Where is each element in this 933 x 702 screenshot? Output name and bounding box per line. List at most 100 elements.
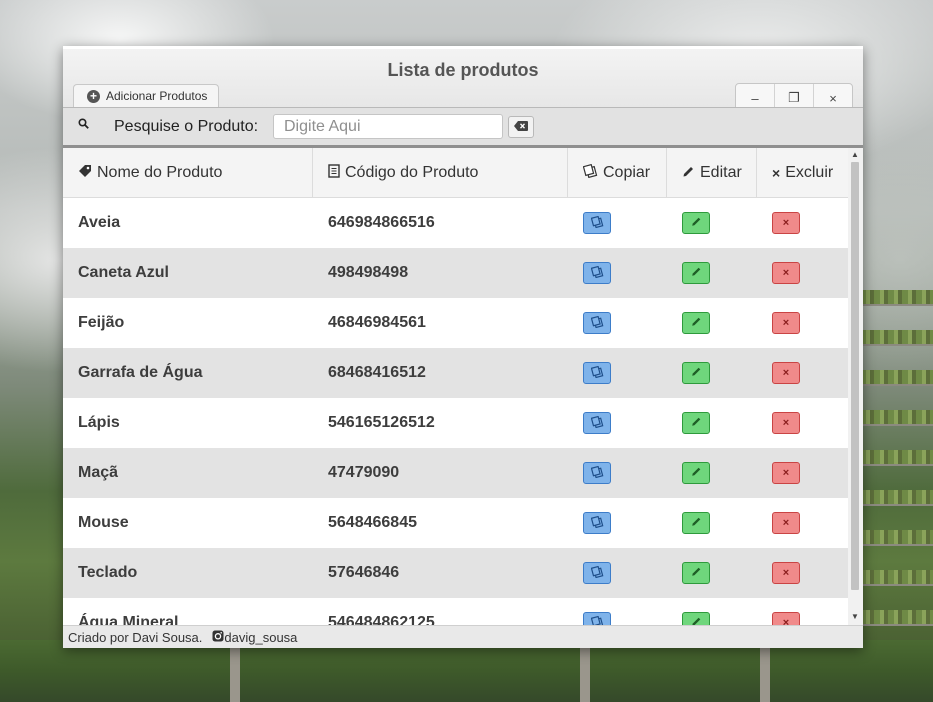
header-name[interactable]: Nome do Produto	[63, 148, 313, 197]
table-row[interactable]: Feijão 46846984561 ×	[63, 298, 848, 348]
copy-icon	[590, 215, 604, 231]
copy-button[interactable]	[583, 412, 611, 434]
copy-cell	[568, 198, 667, 248]
copy-icon	[590, 315, 604, 331]
table-header: Nome do Produto Código do Produto Copiar…	[63, 148, 848, 198]
copy-cell	[568, 398, 667, 448]
delete-button[interactable]: ×	[772, 512, 800, 534]
copy-button[interactable]	[583, 212, 611, 234]
delete-button[interactable]: ×	[772, 462, 800, 484]
copy-button[interactable]	[583, 562, 611, 584]
copy-cell	[568, 498, 667, 548]
copy-cell	[568, 298, 667, 348]
edit-cell	[667, 398, 757, 448]
delete-button[interactable]: ×	[772, 612, 800, 625]
edit-button[interactable]	[682, 562, 710, 584]
copy-icon	[590, 565, 604, 581]
product-name-cell: Lápis	[78, 414, 120, 431]
copy-icon	[590, 465, 604, 481]
edit-cell	[667, 598, 757, 625]
copy-button[interactable]	[583, 362, 611, 384]
plus-circle-icon: +	[87, 89, 100, 103]
search-bar: Pesquise o Produto:	[63, 107, 863, 149]
delete-cell: ×	[757, 598, 848, 625]
x-icon: ×	[782, 217, 790, 229]
x-icon: ×	[782, 467, 790, 479]
table-row[interactable]: Mouse 5648466845 ×	[63, 498, 848, 548]
delete-button[interactable]: ×	[772, 362, 800, 384]
product-code-cell: 546165126512	[328, 414, 435, 431]
edit-cell	[667, 448, 757, 498]
pencil-icon	[691, 516, 702, 530]
terrace-scenery	[860, 490, 933, 506]
edit-cell	[667, 298, 757, 348]
table-row[interactable]: Caneta Azul 498498498 ×	[63, 248, 848, 298]
search-input[interactable]	[273, 114, 503, 139]
table-row[interactable]: Maçã 47479090 ×	[63, 448, 848, 498]
product-code-cell: 57646846	[328, 564, 400, 581]
x-icon: ×	[782, 267, 790, 279]
delete-cell: ×	[757, 398, 848, 448]
delete-button[interactable]: ×	[772, 562, 800, 584]
delete-cell: ×	[757, 448, 848, 498]
copy-button[interactable]	[583, 612, 611, 625]
clear-search-button[interactable]	[508, 116, 534, 138]
table-row[interactable]: Água Mineral 546484862125 ×	[63, 598, 848, 625]
pencil-icon	[691, 316, 702, 330]
scrollbar-thumb[interactable]	[851, 162, 859, 590]
edit-button[interactable]	[682, 462, 710, 484]
table-row[interactable]: Aveia 646984866516 ×	[63, 198, 848, 248]
table-row[interactable]: Teclado 57646846 ×	[63, 548, 848, 598]
x-icon: ×	[772, 164, 781, 181]
table-row[interactable]: Lápis 546165126512 ×	[63, 398, 848, 448]
x-icon: ×	[782, 367, 790, 379]
delete-button[interactable]: ×	[772, 262, 800, 284]
scroll-down-arrow-icon[interactable]: ▼	[851, 612, 859, 621]
header-delete-label: Excluir	[785, 163, 834, 181]
edit-button[interactable]	[682, 212, 710, 234]
header-copy-label: Copiar	[603, 163, 651, 181]
edit-button[interactable]	[682, 412, 710, 434]
product-name-cell: Caneta Azul	[78, 264, 169, 281]
copy-cell	[568, 598, 667, 625]
copy-button[interactable]	[583, 462, 611, 484]
header-code-label: Código do Produto	[345, 163, 479, 181]
title-bar[interactable]: Lista de produtos + Adicionar Produtos –…	[63, 49, 863, 113]
copy-icon	[590, 515, 604, 531]
delete-cell: ×	[757, 298, 848, 348]
copy-cell	[568, 348, 667, 398]
pencil-icon	[682, 165, 695, 181]
edit-button[interactable]	[682, 612, 710, 625]
terrace-scenery	[860, 410, 933, 426]
edit-button[interactable]	[682, 262, 710, 284]
table-row[interactable]: Garrafa de Água 68468416512 ×	[63, 348, 848, 398]
edit-cell	[667, 498, 757, 548]
header-code[interactable]: Código do Produto	[313, 148, 568, 197]
product-name-cell: Água Mineral	[78, 614, 179, 625]
footer: Criado por Davi Sousa. davig_sousa	[63, 625, 863, 648]
product-list-window: Lista de produtos + Adicionar Produtos –…	[63, 46, 863, 648]
copy-button[interactable]	[583, 512, 611, 534]
edit-button[interactable]	[682, 312, 710, 334]
copy-button[interactable]	[583, 312, 611, 334]
product-code-cell: 47479090	[328, 464, 400, 481]
vertical-scrollbar[interactable]: ▲ ▼	[848, 148, 863, 625]
product-name-cell: Aveia	[78, 214, 121, 231]
copy-button[interactable]	[583, 262, 611, 284]
edit-cell	[667, 198, 757, 248]
header-copy: Copiar	[568, 148, 667, 197]
delete-button[interactable]: ×	[772, 412, 800, 434]
edit-cell	[667, 348, 757, 398]
copy-cell	[568, 248, 667, 298]
instagram-handle: davig_sousa	[224, 630, 298, 645]
window-title: Lista de produtos	[387, 60, 539, 80]
product-name-cell: Teclado	[78, 564, 138, 581]
scroll-up-arrow-icon[interactable]: ▲	[851, 150, 859, 159]
delete-button[interactable]: ×	[772, 212, 800, 234]
delete-button[interactable]: ×	[772, 312, 800, 334]
product-code-cell: 546484862125	[328, 614, 435, 625]
edit-button[interactable]	[682, 512, 710, 534]
footer-instagram[interactable]: davig_sousa	[212, 630, 297, 645]
edit-button[interactable]	[682, 362, 710, 384]
add-products-tab[interactable]: + Adicionar Produtos	[73, 84, 219, 107]
